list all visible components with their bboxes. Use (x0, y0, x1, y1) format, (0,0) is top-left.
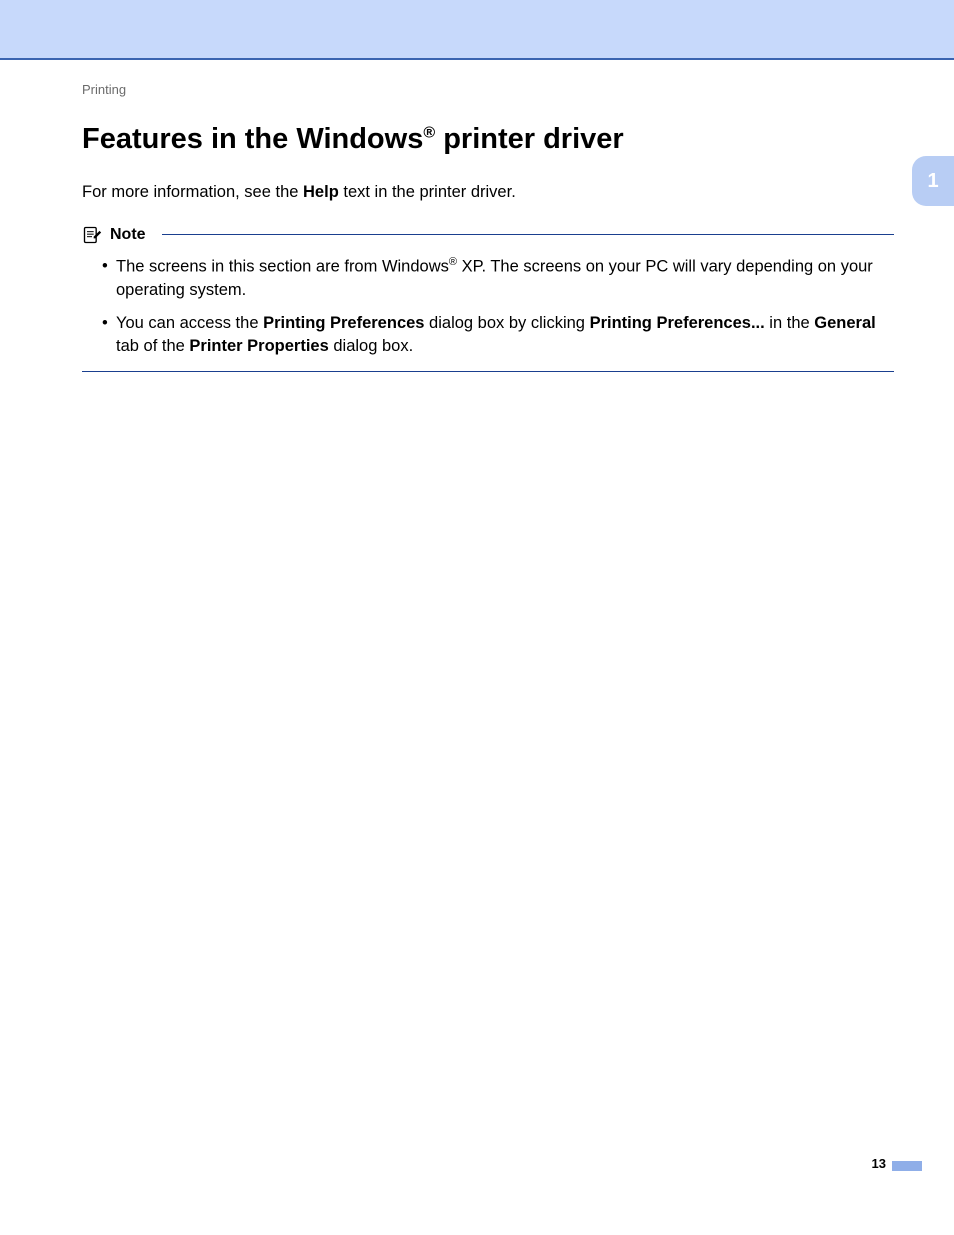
note-item: You can access the Printing Preferences … (102, 312, 894, 359)
note-header-rule (162, 234, 894, 235)
page-title: Features in the Windows® printer driver (82, 121, 894, 159)
bold-text: Printer Properties (189, 337, 328, 355)
page-number-accent (892, 1161, 922, 1171)
bold-text: Printing Preferences... (590, 314, 765, 332)
page-top-underline (0, 58, 954, 60)
bold-text: Printing Preferences (263, 314, 424, 332)
note-list: The screens in this section are from Win… (82, 255, 894, 359)
chapter-side-tab: 1 (912, 156, 954, 206)
intro-paragraph: For more information, see the Help text … (82, 181, 894, 205)
page-content: Printing Features in the Windows® printe… (82, 82, 894, 372)
chapter-number: 1 (927, 170, 938, 193)
bold-text: General (814, 314, 875, 332)
note-bottom-rule (82, 371, 894, 373)
note-item: The screens in this section are from Win… (102, 255, 894, 302)
title-prefix: Features in the Windows (82, 123, 423, 155)
note-label: Note (110, 226, 146, 244)
page-number: 13 (872, 1156, 886, 1171)
breadcrumb: Printing (82, 82, 894, 97)
note-icon (82, 225, 102, 245)
help-bold: Help (303, 183, 339, 201)
registered-mark: ® (423, 124, 435, 141)
title-suffix: printer driver (435, 123, 624, 155)
page-top-band (0, 0, 954, 58)
registered-mark: ® (449, 256, 457, 268)
note-header: Note (82, 225, 894, 245)
